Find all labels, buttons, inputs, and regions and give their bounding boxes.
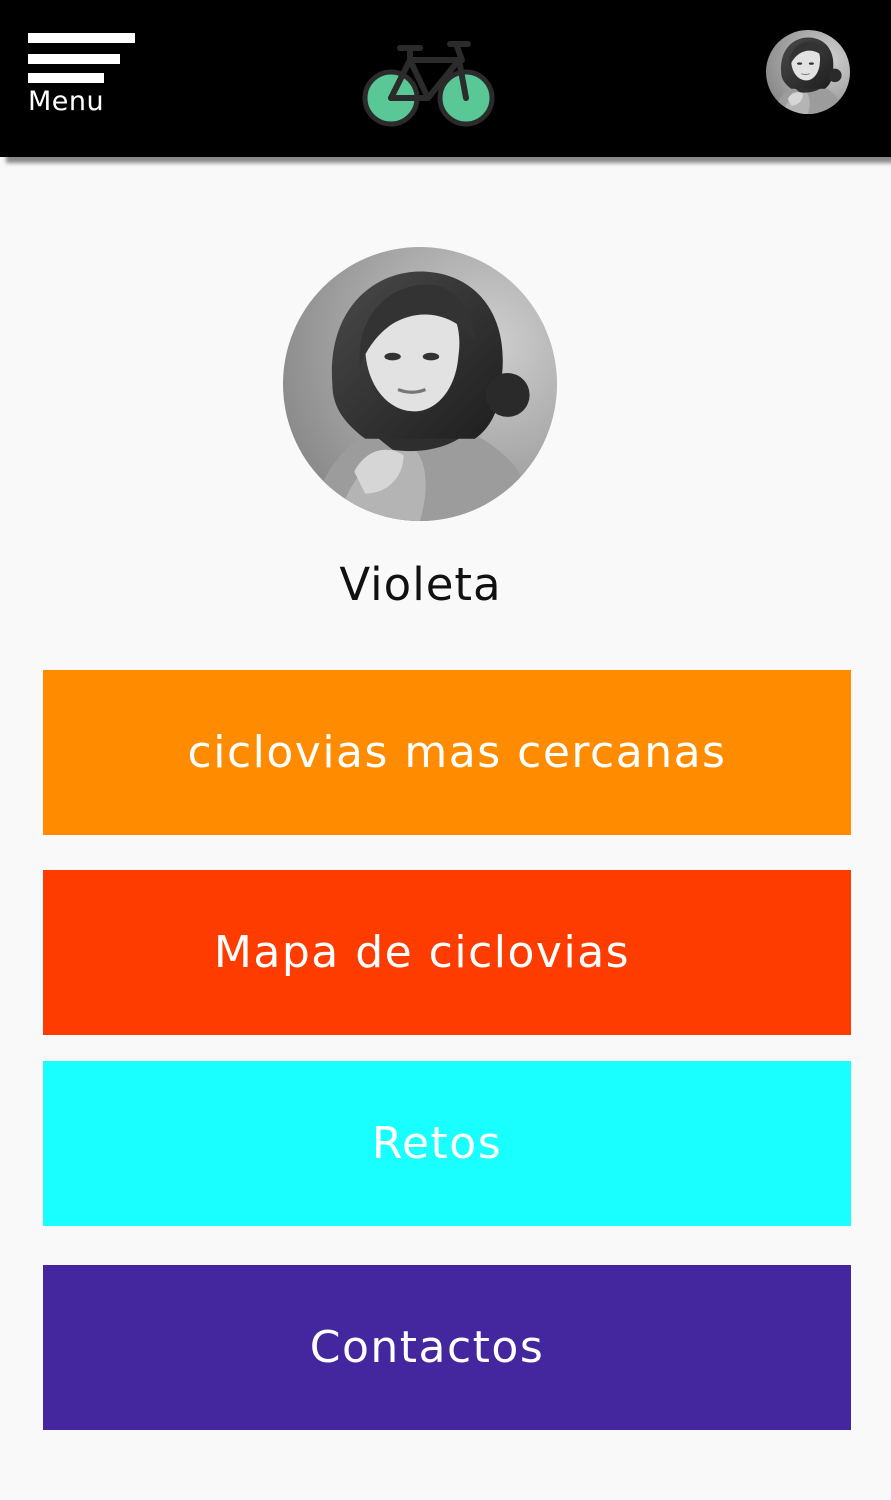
profile-photo — [283, 247, 557, 521]
hamburger-icon-line — [28, 73, 104, 83]
profile-name: Violeta — [339, 558, 502, 611]
contacts-button[interactable]: Contactos — [43, 1265, 851, 1430]
menu-label: Menu — [28, 86, 105, 117]
user-avatar-button[interactable] — [766, 30, 850, 114]
menu-button[interactable]: Menu — [28, 33, 138, 123]
contacts-label: Contactos — [309, 1322, 545, 1373]
challenges-label: Retos — [371, 1118, 503, 1169]
bike-lane-map-label: Mapa de ciclovias — [213, 927, 631, 978]
nearest-bike-lanes-label: ciclovias mas cercanas — [187, 727, 727, 778]
bicycle-icon — [360, 38, 498, 130]
challenges-button[interactable]: Retos — [43, 1061, 851, 1226]
hamburger-icon-line — [28, 54, 120, 64]
bike-lane-map-button[interactable]: Mapa de ciclovias — [43, 870, 851, 1035]
hamburger-icon-line — [28, 33, 135, 43]
avatar — [766, 30, 850, 114]
top-app-bar: Menu — [0, 0, 891, 157]
nearest-bike-lanes-button[interactable]: ciclovias mas cercanas — [43, 670, 851, 835]
